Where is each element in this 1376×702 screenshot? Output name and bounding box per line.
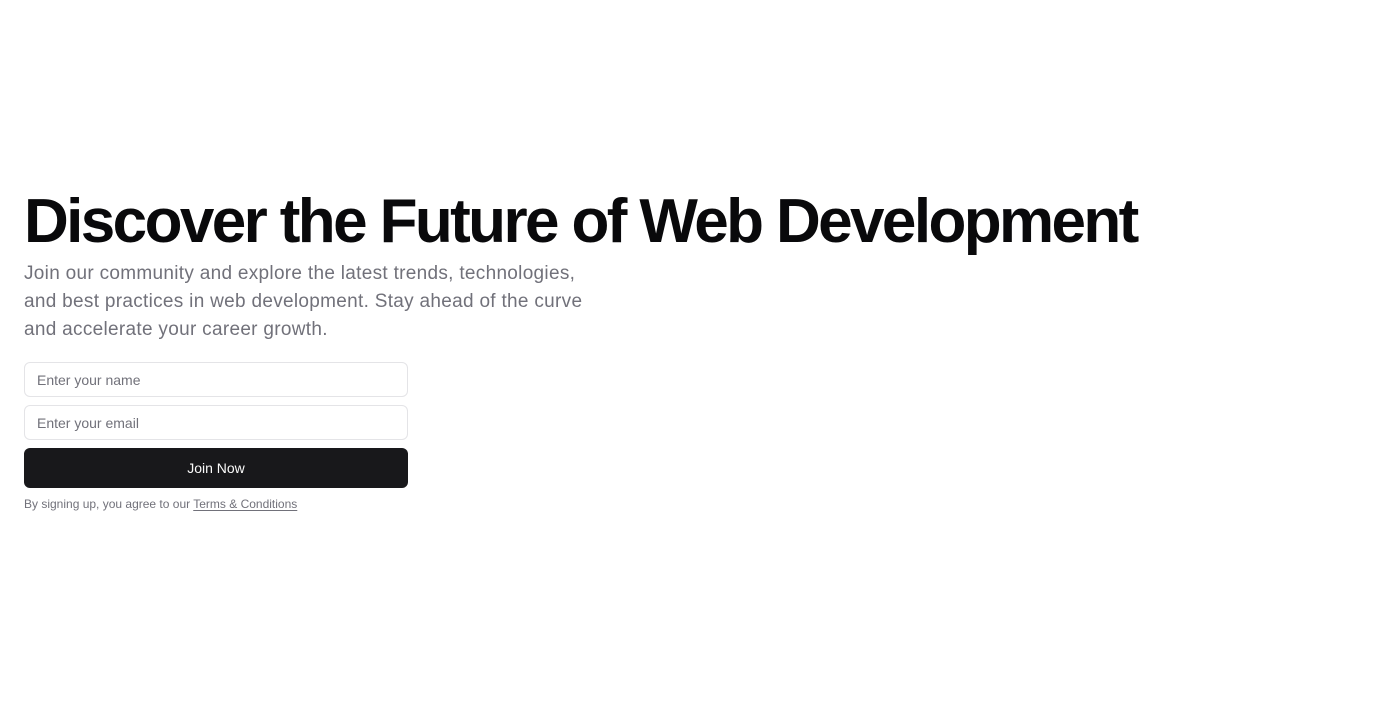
terms-notice: By signing up, you agree to our Terms & …	[24, 496, 1344, 512]
terms-prefix: By signing up, you agree to our	[24, 497, 194, 511]
email-input[interactable]	[24, 405, 408, 440]
page-title: Discover the Future of Web Development	[24, 187, 1139, 256]
hero-subtitle: Join our community and explore the lates…	[24, 263, 583, 340]
terms-link[interactable]: Terms & Conditions	[193, 497, 297, 511]
signup-form: Join Now	[24, 362, 408, 488]
hero-section: Discover the Future of Web Development J…	[24, 186, 1344, 512]
join-now-button[interactable]: Join Now	[24, 448, 408, 488]
name-input[interactable]	[24, 362, 408, 397]
